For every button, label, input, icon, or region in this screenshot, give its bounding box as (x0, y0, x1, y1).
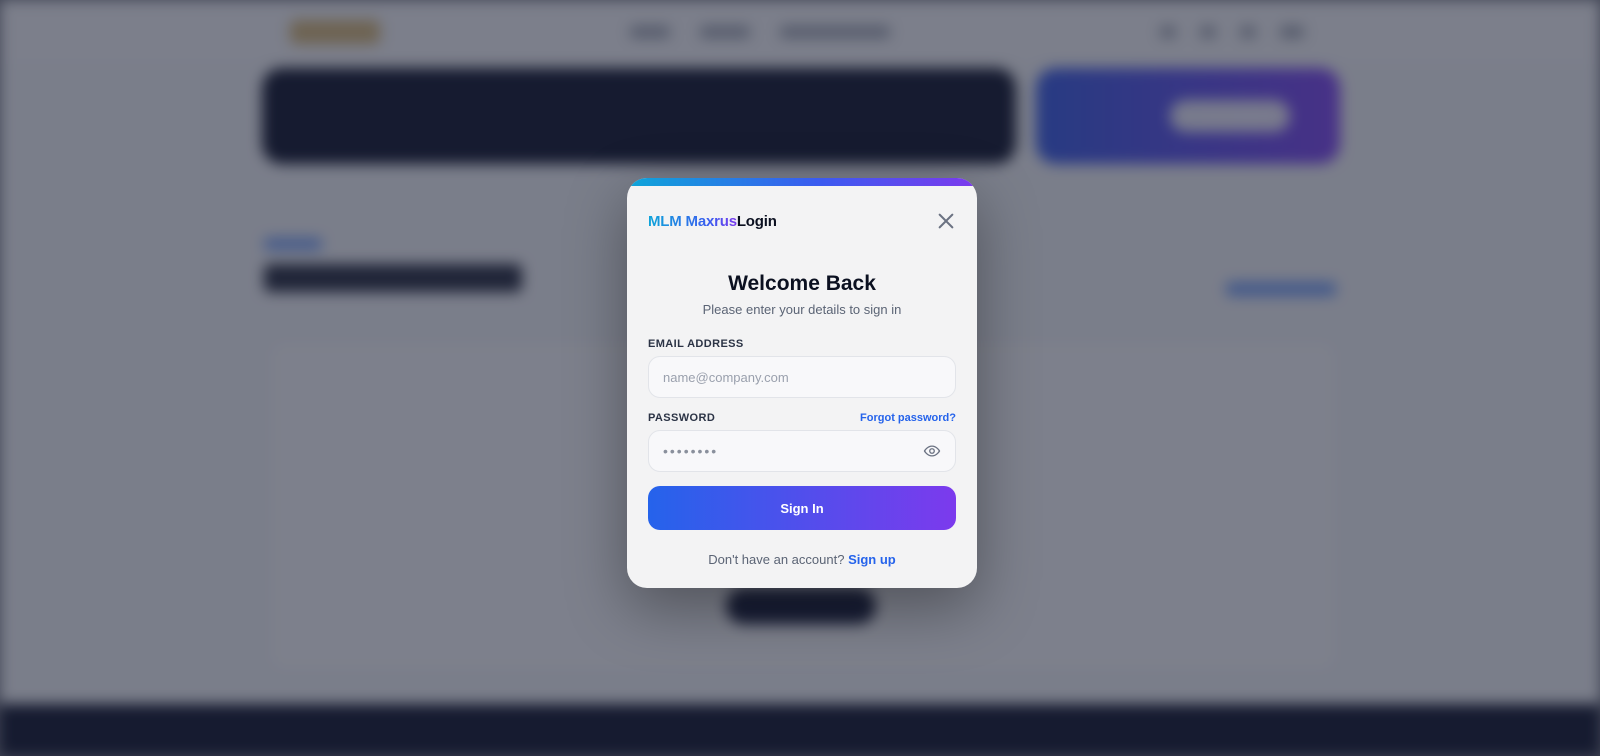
eye-icon[interactable] (923, 442, 941, 460)
password-label: PASSWORD (648, 412, 716, 424)
modal-title-suffix: Login (736, 212, 777, 230)
sign-up-link[interactable]: Sign up (848, 552, 896, 567)
email-field-wrapper (648, 356, 956, 398)
password-field[interactable] (663, 443, 923, 459)
email-label: EMAIL ADDRESS (648, 338, 744, 350)
signup-prompt-text: Don't have an account? (708, 552, 845, 567)
password-field-wrapper (648, 430, 956, 472)
login-modal: MLM MaxrusLogin Welcome Back Please ente… (627, 178, 977, 588)
modal-accent-bar (627, 178, 977, 186)
welcome-heading: Welcome Back (728, 272, 876, 295)
sign-in-button[interactable]: Sign In (648, 486, 956, 530)
modal-title: MLM MaxrusLogin (648, 213, 777, 230)
email-field[interactable] (663, 369, 941, 385)
modal-header: MLM MaxrusLogin (648, 210, 956, 232)
welcome-subtitle: Please enter your details to sign in (702, 302, 902, 317)
close-icon[interactable] (936, 211, 956, 231)
brand-name: MLM Maxrus (648, 212, 737, 230)
forgot-password-link[interactable]: Forgot password? (860, 412, 956, 424)
signup-prompt: Don't have an account? Sign up (627, 552, 977, 567)
